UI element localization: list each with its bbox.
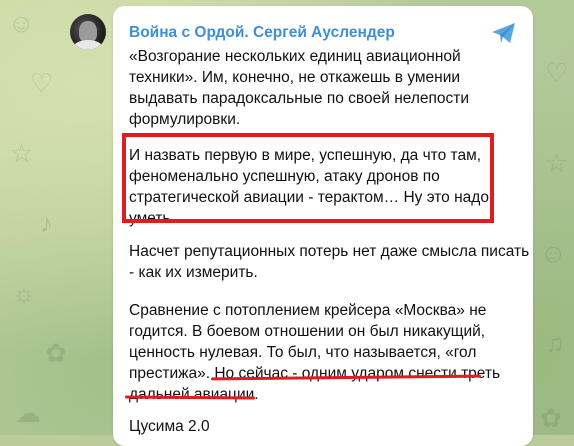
message-line: престижа». Но сейчас - одним ударом снес… — [129, 365, 501, 382]
doodle-note-icon: ♫ — [545, 328, 565, 358]
doodle-sun-icon: ☼ — [12, 278, 36, 308]
message-bubble: Война с Ордой. Сергей Ауслендер «Возгора… — [113, 6, 533, 446]
message-line: формулировки. — [129, 111, 241, 128]
doodle-cloud-icon: ☁ — [15, 398, 41, 428]
message-paragraph-1: «Возгорание нескольких единиц авиационно… — [129, 46, 469, 130]
doodle-star-icon: ☆ — [10, 138, 34, 168]
doodle-flower-icon: ✿ — [45, 338, 67, 368]
highlight-box — [122, 133, 494, 223]
paper-plane-icon — [492, 23, 515, 43]
message-line: Сравнение с потоплением крейсера «Москва… — [129, 302, 487, 319]
avatar-shirt — [73, 40, 103, 50]
message-line: дальней авиации. — [129, 386, 259, 403]
doodle-note-icon: ♪ — [40, 208, 53, 238]
message-line: техники». Им, конечно, не откажешь в уме… — [129, 69, 461, 86]
message-line: годится. В боевом отношении он был никак… — [129, 323, 486, 340]
message-line: выдавать парадоксальные по своей нелепос… — [129, 90, 470, 107]
message-paragraph-4: Сравнение с потоплением крейсера «Москва… — [129, 300, 500, 405]
doodle-flower-icon: ✿ — [540, 403, 562, 433]
message-line: ценность нулевая. То был, что называется… — [129, 344, 477, 361]
share-icon[interactable] — [491, 22, 517, 44]
message-line: «Возгорание нескольких единиц авиационно… — [129, 48, 461, 65]
message-line: Насчет репутационных потерь нет даже смы… — [129, 243, 530, 260]
doodle-cat-icon: ☺ — [540, 238, 567, 268]
message-line: - как их измерить. — [129, 264, 258, 281]
channel-name[interactable]: Война с Ордой. Сергей Ауслендер — [129, 24, 395, 42]
doodle-star-icon: ☆ — [545, 148, 569, 178]
doodle-heart-icon: ♡ — [545, 58, 569, 88]
message-paragraph-3: Насчет репутационных потерь нет даже смы… — [129, 241, 529, 283]
doodle-cat-icon: ☺ — [8, 8, 35, 38]
message-line: Цусима 2.0 — [129, 418, 210, 435]
doodle-heart-icon: ♡ — [30, 68, 54, 98]
message-signature: Цусима 2.0 — [129, 416, 210, 437]
channel-avatar[interactable] — [70, 14, 106, 50]
